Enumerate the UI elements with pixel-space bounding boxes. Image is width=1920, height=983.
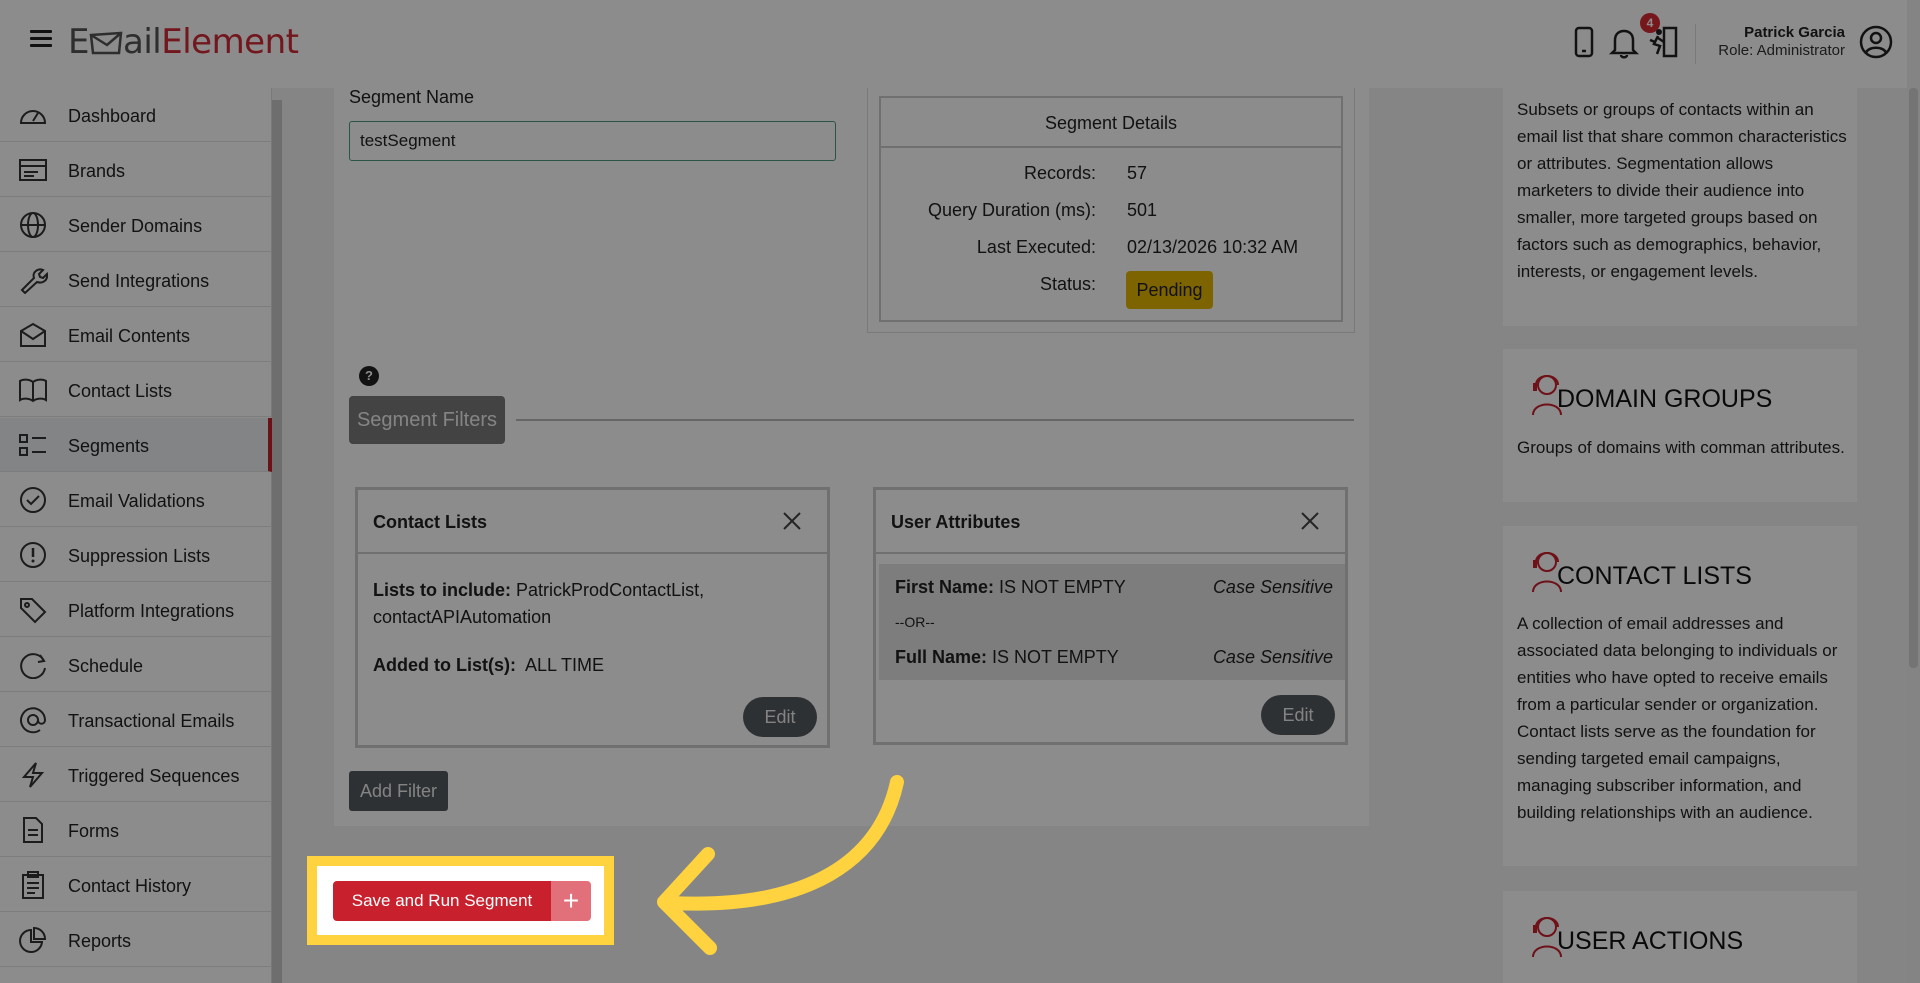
sidebar-item-dashboard[interactable]: Dashboard xyxy=(0,88,272,142)
header-divider xyxy=(1695,24,1696,64)
added-to-list-line: Added to List(s): ALL TIME xyxy=(373,655,605,675)
lightning-icon xyxy=(21,762,45,788)
contact-lists-card-header: Contact Lists xyxy=(358,490,827,554)
status-label: Status: xyxy=(1039,274,1096,294)
query-duration-value: 501 xyxy=(1127,200,1158,220)
sidebar-item-triggered-sequences[interactable]: Triggered Sequences xyxy=(0,748,272,802)
case-sensitive-label: Case Sensitive xyxy=(1212,647,1333,667)
save-options-plus-button[interactable]: + xyxy=(551,881,591,921)
top-header: EailElement 4 Patrick Garcia Role: Admin… xyxy=(0,0,1920,88)
contact-lists-info-title: CONTACT LISTS xyxy=(1557,562,1752,590)
user-role: Role: Administrator xyxy=(1718,42,1845,59)
alert-circle-icon xyxy=(20,542,46,568)
sidebar-item-schedule[interactable]: Schedule xyxy=(0,638,272,692)
add-filter-button[interactable]: Add Filter xyxy=(349,771,448,811)
segment-details-title: Segment Details xyxy=(881,98,1341,148)
contact-lists-card-title: Contact Lists xyxy=(373,512,488,532)
sidebar-item-sender-domains[interactable]: Sender Domains xyxy=(0,198,272,252)
sidebar-item-suppression-lists[interactable]: Suppression Lists xyxy=(0,528,272,582)
edit-user-attributes-button[interactable]: Edit xyxy=(1261,695,1335,735)
sidebar-item-contact-history[interactable]: Contact History xyxy=(0,858,272,912)
domain-groups-panel: DOMAIN GROUPS Groups of domains with com… xyxy=(1503,349,1857,502)
user-attributes-card-title: User Attributes xyxy=(891,512,1021,532)
records-value: 57 xyxy=(1127,163,1148,183)
sidebar-item-platform-integrations[interactable]: Platform Integrations xyxy=(0,583,272,637)
wrench-icon xyxy=(20,268,48,294)
logout-running-icon[interactable] xyxy=(1646,24,1682,60)
globe-icon xyxy=(20,212,46,238)
logo-envelope-icon xyxy=(89,31,123,55)
page-scrollbar-thumb[interactable] xyxy=(1909,88,1918,668)
segments-info-panel: Subsets or groups of contacts within an … xyxy=(1503,88,1857,326)
attribute-condition-full-name: Full Name: IS NOT EMPTY xyxy=(895,647,1119,667)
sidebar-item-segments[interactable]: Segments xyxy=(0,418,272,472)
close-icon[interactable] xyxy=(781,510,803,532)
attribute-condition-first-name: First Name: IS NOT EMPTY xyxy=(895,577,1126,597)
domain-groups-text: Groups of domains with comman attributes… xyxy=(1517,438,1845,457)
attribute-conditions-box: First Name: IS NOT EMPTY Case Sensitive … xyxy=(879,564,1345,680)
lists-to-include-line: Lists to include: PatrickProdContactList… xyxy=(373,580,705,600)
sidebar-item-forms[interactable]: Forms xyxy=(0,803,272,857)
save-and-run-segment-button[interactable]: Save and Run Segment xyxy=(333,881,551,921)
or-separator: --OR-- xyxy=(895,614,935,630)
clipboard-icon xyxy=(22,871,44,899)
list-icon xyxy=(19,434,46,456)
segments-info-text: Subsets or groups of contacts within an … xyxy=(1517,100,1847,281)
sidebar: Dashboard Brands Sender Domains Send Int… xyxy=(0,88,272,983)
last-executed-value: 02/13/2026 10:32 AM xyxy=(1127,237,1299,257)
contact-lists-filter-card: Contact Lists Lists to include: PatrickP… xyxy=(355,487,830,748)
filters-divider xyxy=(516,419,1354,421)
dashboard-icon xyxy=(19,110,47,124)
hamburger-menu-icon[interactable] xyxy=(30,30,52,50)
segment-name-label: Segment Name xyxy=(349,87,475,107)
document-icon xyxy=(23,817,43,843)
user-actions-panel: USER ACTIONS xyxy=(1503,891,1857,983)
close-icon[interactable] xyxy=(1299,510,1321,532)
segment-name-input[interactable] xyxy=(349,121,836,161)
sidebar-scrollbar[interactable] xyxy=(272,100,282,983)
brands-icon xyxy=(19,159,47,181)
envelope-icon xyxy=(20,322,46,347)
edit-contact-lists-button[interactable]: Edit xyxy=(743,697,817,737)
user-attributes-filter-card: User Attributes First Name: IS NOT EMPTY… xyxy=(873,487,1348,745)
sidebar-item-reports[interactable]: Reports xyxy=(0,913,272,967)
user-avatar-icon[interactable] xyxy=(1858,24,1894,60)
app-logo[interactable]: EailElement xyxy=(68,22,299,62)
status-badge: Pending xyxy=(1126,271,1213,309)
check-circle-icon xyxy=(20,487,46,513)
segment-filters-button[interactable]: Segment Filters xyxy=(349,396,505,444)
sidebar-item-email-contents[interactable]: Email Contents xyxy=(0,308,272,362)
mobile-phone-icon[interactable] xyxy=(1566,24,1602,60)
sidebar-item-send-integrations[interactable]: Send Integrations xyxy=(0,253,272,307)
query-duration-label: Query Duration (ms): xyxy=(927,200,1096,220)
user-name: Patrick Garcia xyxy=(1744,24,1845,41)
records-label: Records: xyxy=(1023,163,1096,183)
at-icon xyxy=(20,707,47,734)
last-executed-label: Last Executed: xyxy=(976,237,1096,257)
lists-to-include-continued: contactAPIAutomation xyxy=(373,607,552,627)
tutorial-arrow-icon xyxy=(657,775,904,955)
sidebar-item-brands[interactable]: Brands xyxy=(0,143,272,197)
sidebar-item-contact-lists[interactable]: Contact Lists xyxy=(0,363,272,417)
contact-lists-info-text: A collection of email addresses and asso… xyxy=(1517,614,1838,822)
sidebar-item-transactional-emails[interactable]: Transactional Emails xyxy=(0,693,272,747)
book-icon xyxy=(19,378,47,403)
contact-lists-info-panel: CONTACT LISTS A collection of email addr… xyxy=(1503,526,1857,866)
help-icon[interactable]: ? xyxy=(359,366,379,386)
pie-chart-icon xyxy=(19,926,47,953)
tag-icon xyxy=(20,598,47,624)
case-sensitive-label: Case Sensitive xyxy=(1212,577,1333,597)
sidebar-item-email-validations[interactable]: Email Validations xyxy=(0,473,272,527)
domain-groups-title: DOMAIN GROUPS xyxy=(1557,385,1773,413)
user-actions-title: USER ACTIONS xyxy=(1557,927,1744,955)
page-scrollbar[interactable] xyxy=(1907,0,1920,983)
user-attributes-card-header: User Attributes xyxy=(876,490,1345,554)
bell-icon[interactable] xyxy=(1606,24,1642,60)
segment-details-panel: Segment Details Records: 57 Query Durati… xyxy=(879,96,1343,322)
schedule-icon xyxy=(20,653,46,679)
